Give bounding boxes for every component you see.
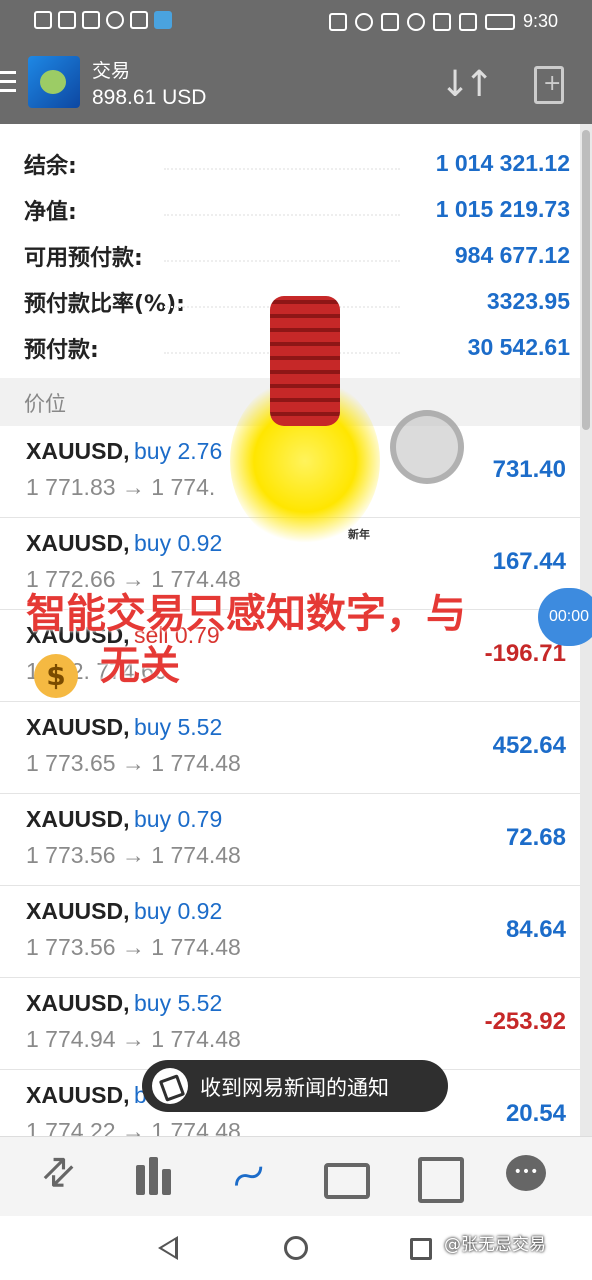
position-profit: -196.71 xyxy=(484,640,566,667)
chart-icon[interactable] xyxy=(132,1155,176,1199)
position-side: buy 0.92 xyxy=(134,530,223,556)
position-side: buy 0.79 xyxy=(134,806,223,832)
position-row[interactable]: XAUUSD, buy 5.52 1 773.65 → 1 774.48 452… xyxy=(0,702,580,794)
position-side: buy 5.52 xyxy=(134,714,223,740)
vibrate-icon xyxy=(458,12,477,31)
watermark: @张无忌交易 xyxy=(444,1235,546,1255)
firecracker-sticker: 新年 xyxy=(230,296,380,546)
summary-row-free-margin: 可用预付款: 984 677.12 xyxy=(24,230,570,276)
position-symbol: XAUUSD, xyxy=(26,714,130,740)
bottom-nav xyxy=(0,1136,592,1216)
summary-label: 预付款比率(%): xyxy=(24,292,185,317)
menu-icon[interactable] xyxy=(0,71,16,95)
dotted-leader xyxy=(164,214,400,216)
alarm-icon xyxy=(354,12,373,31)
position-symbol: XAUUSD, xyxy=(26,898,130,924)
page-title: 交易 xyxy=(92,60,131,82)
news-app-icon xyxy=(152,1068,188,1104)
account-balance: 898.61 USD xyxy=(92,86,207,109)
position-side: buy 5.52 xyxy=(134,990,223,1016)
firecracker-icon xyxy=(270,296,340,426)
mic-icon xyxy=(406,12,425,31)
dotted-leader xyxy=(164,260,400,262)
position-profit: 84.64 xyxy=(505,916,566,943)
position-side: buy 2.76 xyxy=(134,438,223,464)
sim-icon xyxy=(130,11,148,29)
back-icon[interactable] xyxy=(158,1236,178,1260)
position-symbol: XAUUSD, xyxy=(26,806,130,832)
position-symbol: XAUUSD, xyxy=(26,1082,130,1108)
position-symbol: XAUUSD, xyxy=(26,530,130,556)
summary-value: 3323.95 xyxy=(486,288,570,314)
signal-icon xyxy=(82,11,100,29)
position-row[interactable]: XAUUSD, buy 5.52 1 774.94 → 1 774.48 -25… xyxy=(0,978,580,1070)
position-profit: -253.92 xyxy=(484,1008,566,1035)
signal-icon xyxy=(58,11,76,29)
position-profit: 20.54 xyxy=(505,1100,566,1127)
trade-icon[interactable] xyxy=(228,1155,272,1199)
position-profit: 731.40 xyxy=(492,456,566,483)
chat-icon[interactable] xyxy=(506,1155,550,1199)
mute-icon xyxy=(432,12,451,31)
home-icon[interactable] xyxy=(284,1236,308,1260)
scrollbar-thumb[interactable] xyxy=(582,130,590,430)
position-prices: 1 774.94 → 1 774.48 xyxy=(26,1026,241,1052)
summary-value: 1 014 321.12 xyxy=(435,150,570,176)
battery-icon xyxy=(484,13,515,30)
summary-label: 预付款: xyxy=(24,338,99,363)
summary-label: 可用预付款: xyxy=(24,246,143,271)
network-icon xyxy=(34,11,52,29)
floating-assist-button[interactable] xyxy=(390,410,464,484)
position-side: buy 0.92 xyxy=(134,898,223,924)
summary-label: 结余: xyxy=(24,154,77,179)
app-logo xyxy=(28,56,80,108)
position-row[interactable]: XAUUSD, buy 0.92 1 773.56 → 1 774.48 84.… xyxy=(0,886,580,978)
summary-label: 净值: xyxy=(24,200,77,225)
position-row[interactable]: XAUUSD, buy 0.79 1 773.56 → 1 774.48 72.… xyxy=(0,794,580,886)
position-prices: 1 773.56 → 1 774.48 xyxy=(26,934,241,960)
sticker-badge: 新年 xyxy=(348,528,370,541)
caption-line-2: 无关 xyxy=(100,643,180,689)
position-profit: 452.64 xyxy=(492,732,566,759)
app-notification-icon xyxy=(154,11,172,29)
new-order-icon[interactable] xyxy=(534,66,564,104)
position-symbol: XAUUSD, xyxy=(26,438,130,464)
wifi-icon xyxy=(106,11,124,29)
position-prices: 1 773.65 → 1 774.48 xyxy=(26,750,241,776)
status-left-icons xyxy=(34,11,172,29)
section-header-label: 价位 xyxy=(24,392,66,416)
summary-value: 984 677.12 xyxy=(454,242,570,268)
notification-toast[interactable]: 收到网易新闻的通知 xyxy=(142,1060,448,1112)
system-nav: @张无忌交易 xyxy=(0,1216,592,1280)
position-symbol: XAUUSD, xyxy=(26,990,130,1016)
recents-icon[interactable] xyxy=(410,1238,432,1260)
sort-icon[interactable]: ↓↑ xyxy=(440,64,494,105)
summary-row-balance: 结余: 1 014 321.12 xyxy=(24,138,570,184)
position-prices: 1 773.56 → 1 774.48 xyxy=(26,842,241,868)
position-profit: 167.44 xyxy=(492,548,566,575)
bluetooth-icon xyxy=(380,12,399,31)
status-time: 9:30 xyxy=(522,11,558,31)
position-prices: 1 771.83 → 1 774. xyxy=(26,474,216,500)
quotes-icon[interactable] xyxy=(38,1155,82,1199)
video-caption: 智能交易只感知数字，与 无关 xyxy=(26,588,556,689)
app-bar: 交易 898.61 USD ↓↑ xyxy=(0,44,592,124)
caption-line-1: 智能交易只感知数字，与 xyxy=(26,591,466,637)
nfc-icon xyxy=(328,12,347,31)
summary-value: 30 542.61 xyxy=(467,334,570,360)
history-icon[interactable] xyxy=(322,1155,370,1199)
position-profit: 72.68 xyxy=(505,824,566,851)
summary-value: 1 015 219.73 xyxy=(435,196,570,222)
toast-text: 收到网易新闻的通知 xyxy=(200,1076,389,1100)
dotted-leader xyxy=(164,168,400,170)
status-right-icons: 9:30 xyxy=(328,11,558,32)
status-bar: 9:30 xyxy=(0,0,592,44)
money-bag-icon: $ xyxy=(34,654,78,698)
summary-row-equity: 净值: 1 015 219.73 xyxy=(24,184,570,230)
news-icon[interactable] xyxy=(416,1155,464,1203)
